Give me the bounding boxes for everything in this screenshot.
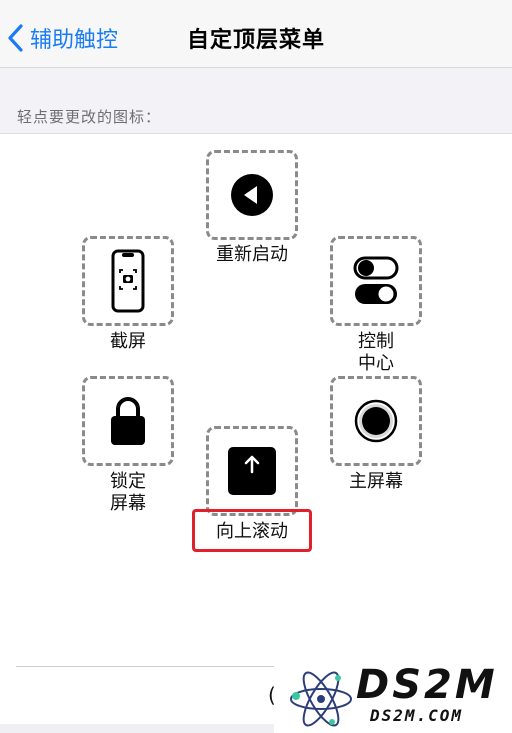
page-title: 自定顶层菜单 (186, 28, 325, 53)
menu-slot-restart[interactable] (206, 150, 298, 240)
watermark: DS2M DS2M.COM (274, 660, 512, 733)
menu-slot-scroll-up[interactable] (206, 426, 298, 516)
menu-slot-home[interactable] (330, 376, 422, 466)
menu-label-home: 主屏幕 (349, 471, 403, 492)
menu-label-control-center: 控制 中心 (358, 331, 394, 374)
menu-slot-screenshot[interactable] (82, 236, 174, 326)
play-back-icon (231, 174, 273, 216)
atom-logo-icon (290, 671, 352, 727)
section-header: 轻点要更改的图标： (17, 108, 162, 126)
menu-label-restart: 重新启动 (216, 244, 288, 265)
toggles-icon (353, 256, 399, 304)
menu-slot-control-center[interactable] (330, 236, 422, 326)
watermark-sub: DS2M.COM (370, 706, 464, 725)
navigation-bar: 辅助触控 自定顶层菜单 (0, 0, 512, 68)
watermark-main: DS2M (356, 662, 498, 708)
menu-slot-lock-screen[interactable] (82, 376, 174, 466)
home-circle-icon (354, 399, 398, 443)
highlight-box (192, 509, 312, 552)
arrow-up-square-icon (228, 447, 276, 495)
menu-label-screenshot: 截屏 (110, 331, 146, 352)
menu-label-lock-screen: 锁定 屏幕 (110, 471, 146, 514)
phone-screenshot-icon (111, 249, 145, 313)
lock-icon (111, 397, 145, 445)
